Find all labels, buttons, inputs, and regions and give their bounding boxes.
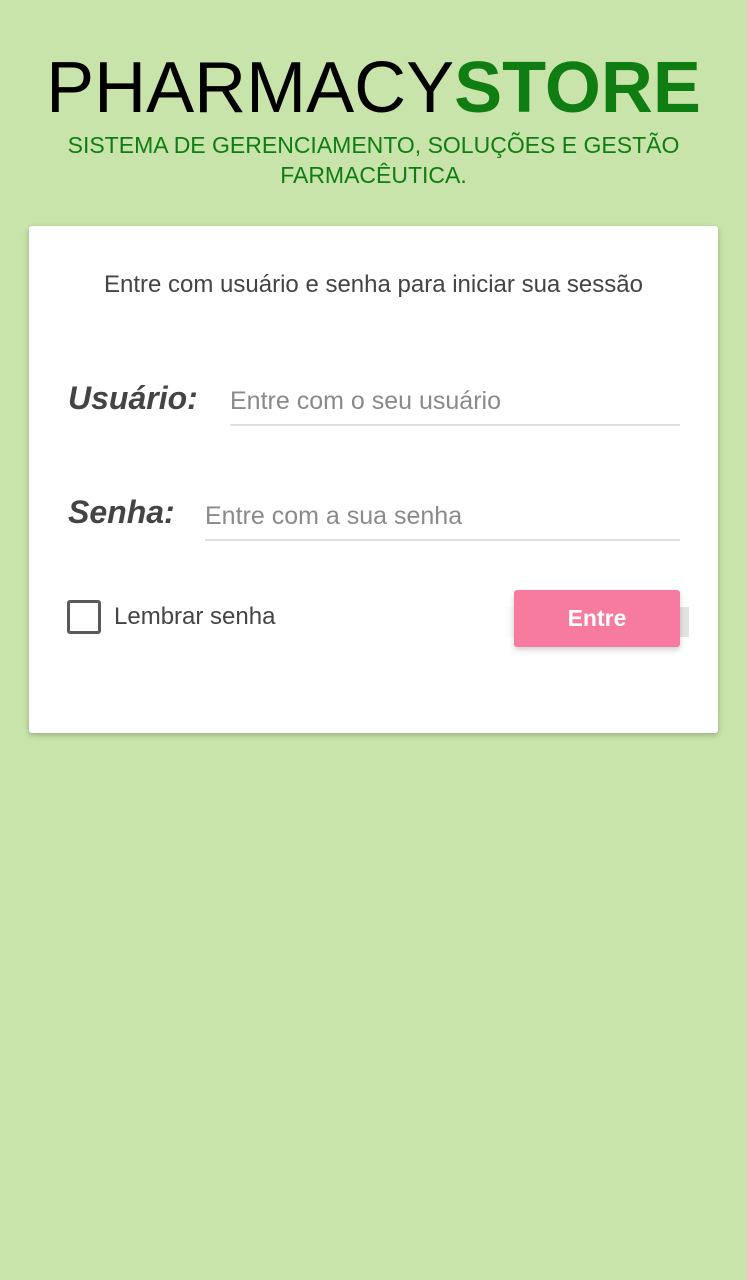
login-button[interactable]: Entre [514,590,680,647]
login-intro: Entre com usuário e senha para iniciar s… [104,271,643,298]
remember-checkbox[interactable] [67,600,101,634]
logo-part-store: STORE [454,48,701,128]
brand-header: PHARMACYSTORE SISTEMA DE GERENCIAMENTO, … [0,50,747,190]
remember-password-toggle[interactable]: Lembrar senha [67,600,275,634]
user-label: Usuário: [68,380,198,416]
remember-label: Lembrar senha [114,603,276,630]
logo: PHARMACYSTORE [0,50,747,126]
login-card: Entre com usuário e senha para iniciar s… [29,226,718,733]
tagline: SISTEMA DE GERENCIAMENTO, SOLUÇÕES E GES… [67,132,680,188]
password-label: Senha: [68,494,175,530]
user-input[interactable] [230,378,680,426]
password-input[interactable] [205,493,680,541]
logo-part-pharmacy: PHARMACY [46,48,455,128]
